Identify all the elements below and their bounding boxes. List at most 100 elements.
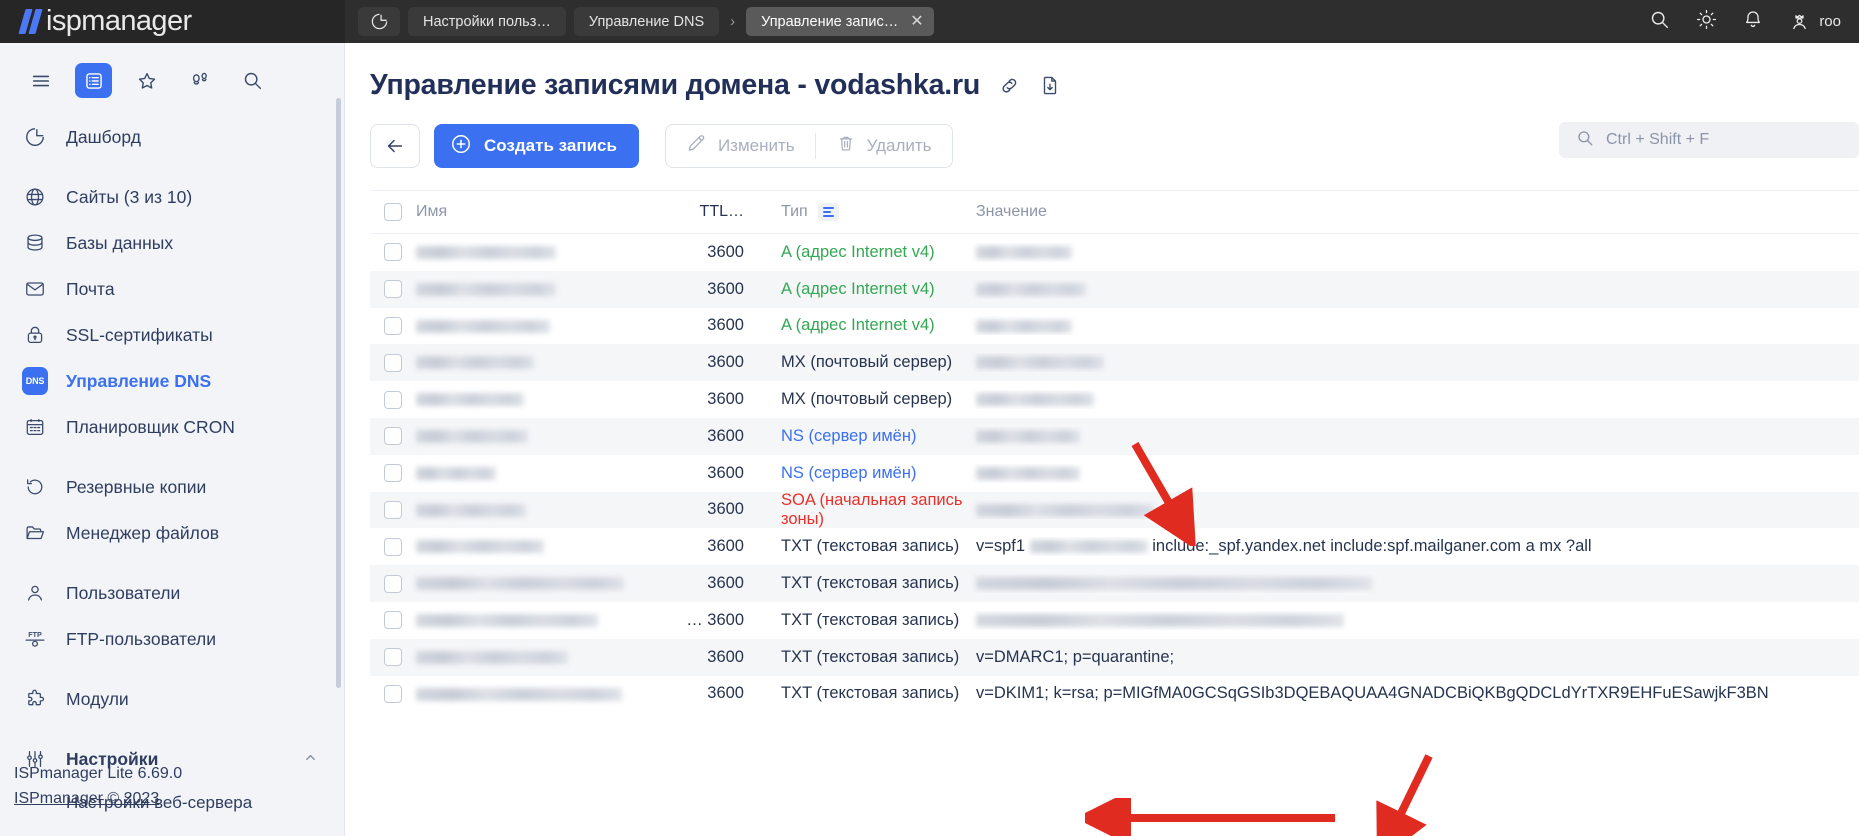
cell-name [416, 427, 684, 446]
row-checkbox[interactable] [370, 427, 416, 446]
trash-icon [836, 133, 856, 159]
sidebar-item-dns[interactable]: DNS Управление DNS [0, 358, 344, 404]
sidebar-item-system-settings[interactable]: Настройки системы [0, 823, 344, 836]
table-row[interactable]: … 3600 TXT (текстовая запись) [370, 602, 1859, 639]
sidebar-item-modules[interactable]: Модули [0, 676, 344, 722]
row-checkbox[interactable] [370, 243, 416, 262]
sidebar-scrollbar[interactable] [336, 98, 341, 688]
cell-type: TXT (текстовая запись) [781, 537, 960, 556]
column-header-type[interactable]: Тип [744, 202, 966, 221]
main-content: Управление записями домена - vodashka.ru… [345, 43, 1859, 836]
user-menu[interactable]: roo [1789, 11, 1841, 32]
search-icon[interactable] [1649, 9, 1670, 35]
table-row[interactable]: 3600 TXT (текстовая запись) v=spf1 include… [370, 528, 1859, 565]
table-row[interactable]: 3600 MX (почтовый сервер) [370, 381, 1859, 418]
close-icon[interactable]: ✕ [910, 13, 923, 30]
top-bar-actions: roo [1649, 9, 1859, 35]
row-checkbox[interactable] [370, 316, 416, 335]
sidebar-item-sites[interactable]: Сайты (3 из 10) [0, 174, 344, 220]
select-all-checkbox[interactable] [370, 203, 416, 221]
sidebar-item-label: Планировщик CRON [66, 416, 235, 437]
file-download-icon[interactable] [1039, 74, 1061, 97]
sidebar-item-ssl[interactable]: SSL-сертификаты [0, 312, 344, 358]
row-checkbox[interactable] [370, 390, 416, 409]
sidebar-item-mail[interactable]: Почта [0, 266, 344, 312]
table-row[interactable]: 3600 A (адрес Internet v4) [370, 270, 1859, 308]
tab-dns-management[interactable]: Управление DNS [573, 7, 720, 36]
cell-value [966, 390, 1859, 409]
tab-label: Управление запис… [761, 13, 899, 30]
sidebar-item-label: Пользователи [66, 582, 181, 603]
hamburger-icon[interactable] [22, 63, 59, 98]
filter-icon[interactable] [818, 202, 840, 221]
back-button[interactable] [370, 124, 420, 168]
sidebar-search-icon[interactable] [234, 63, 271, 98]
row-checkbox[interactable] [370, 500, 416, 519]
sidebar-item-label: Менеджер файлов [66, 522, 220, 543]
sidebar-item-ftp-users[interactable]: FTP FTP-пользователи [0, 616, 344, 662]
dashboard-tab-icon[interactable] [358, 7, 400, 36]
cell-ttl: 3600 [707, 390, 744, 409]
arrow-left-icon [387, 139, 403, 153]
app-logo[interactable]: ispmanager [0, 0, 345, 43]
product-version: ISPmanager Lite 6.69.0 [14, 765, 183, 783]
cell-value [966, 243, 1859, 262]
table-row[interactable]: 3600 NS (сервер имён) [370, 417, 1859, 455]
table-row[interactable]: 3600 A (адрес Internet v4) [370, 234, 1859, 271]
table-row[interactable]: 3600 TXT (текстовая запись) v=DKIM1; k=rsa… [370, 676, 1859, 713]
tab-records-management[interactable]: Управление запис… ✕ [746, 7, 934, 36]
row-checkbox[interactable] [370, 574, 416, 593]
row-checkbox[interactable] [370, 648, 416, 667]
table-row[interactable]: 3600 TXT (текстовая запись) v=DMARC1; p=qu… [370, 638, 1859, 676]
table-row[interactable]: 3600 MX (почтовый сервер) [370, 344, 1859, 382]
row-checkbox[interactable] [370, 464, 416, 483]
table-row[interactable]: 3600 NS (сервер имён) [370, 455, 1859, 492]
sidebar-item-databases[interactable]: Базы данных [0, 220, 344, 266]
table-row[interactable]: 3600 A (адрес Internet v4) [370, 308, 1859, 345]
logo-text: ispmanager [46, 5, 192, 37]
sidebar-item-label: Резервные копии [66, 476, 207, 497]
sidebar-tool-row [0, 43, 344, 112]
row-checkbox[interactable] [370, 611, 416, 630]
column-header-value[interactable]: Значение [966, 203, 1859, 221]
sun-icon[interactable] [1696, 9, 1717, 35]
cell-name [416, 353, 684, 372]
row-checkbox[interactable] [370, 537, 416, 556]
sidebar-item-dashboard[interactable]: Дашборд [0, 114, 344, 160]
chevron-up-icon[interactable] [303, 749, 318, 770]
create-record-button[interactable]: Создать запись [434, 124, 639, 168]
sidebar-item-backups[interactable]: Резервные копии [0, 464, 344, 510]
cell-type: SOA (начальная запись зоны) [781, 490, 963, 528]
sidebar-item-cron[interactable]: Планировщик CRON [0, 404, 344, 450]
sidebar-item-label: Сайты (3 из 10) [66, 186, 193, 207]
star-icon[interactable] [128, 63, 165, 98]
sidebar-item-file-manager[interactable]: Менеджер файлов [0, 510, 344, 556]
ispmanager-window: ispmanager Настройки польз… Управление D… [0, 0, 1859, 836]
page-header: Управление записями домена - vodashka.ru [345, 43, 1859, 102]
delete-label: Удалить [866, 136, 932, 155]
table-row[interactable]: 3600 TXT (текстовая запись) [370, 565, 1859, 602]
delete-button[interactable]: Удалить [816, 125, 952, 167]
table-row[interactable]: 3600 SOA (начальная запись зоны) [370, 490, 1859, 529]
row-checkbox[interactable] [370, 353, 416, 372]
tab-user-settings[interactable]: Настройки польз… [408, 7, 566, 36]
sidebar-item-users[interactable]: Пользователи [0, 570, 344, 616]
copyright-link[interactable]: ISPmanager © 2023 [14, 790, 159, 807]
edit-button[interactable]: Изменить [666, 125, 815, 167]
cell-type: TXT (текстовая запись) [781, 684, 960, 703]
bell-icon[interactable] [1743, 9, 1763, 35]
cell-ttl: 3600 [707, 684, 744, 703]
global-search-field[interactable]: Ctrl + Shift + F [1559, 122, 1859, 158]
cell-value: v=DKIM1; k=rsa; p=MIGfMA0GCSqGSIb3DQEBAQ… [976, 684, 1769, 703]
row-checkbox[interactable] [370, 684, 416, 703]
menu-list-icon[interactable] [75, 63, 112, 98]
row-checkbox[interactable] [370, 280, 416, 299]
sidebar-item-label: Почта [66, 278, 115, 299]
link-icon[interactable] [998, 74, 1021, 97]
footsteps-icon[interactable] [181, 63, 218, 98]
column-header-ttl[interactable]: TTL… [684, 203, 744, 221]
column-header-name[interactable]: Имя [416, 203, 684, 221]
